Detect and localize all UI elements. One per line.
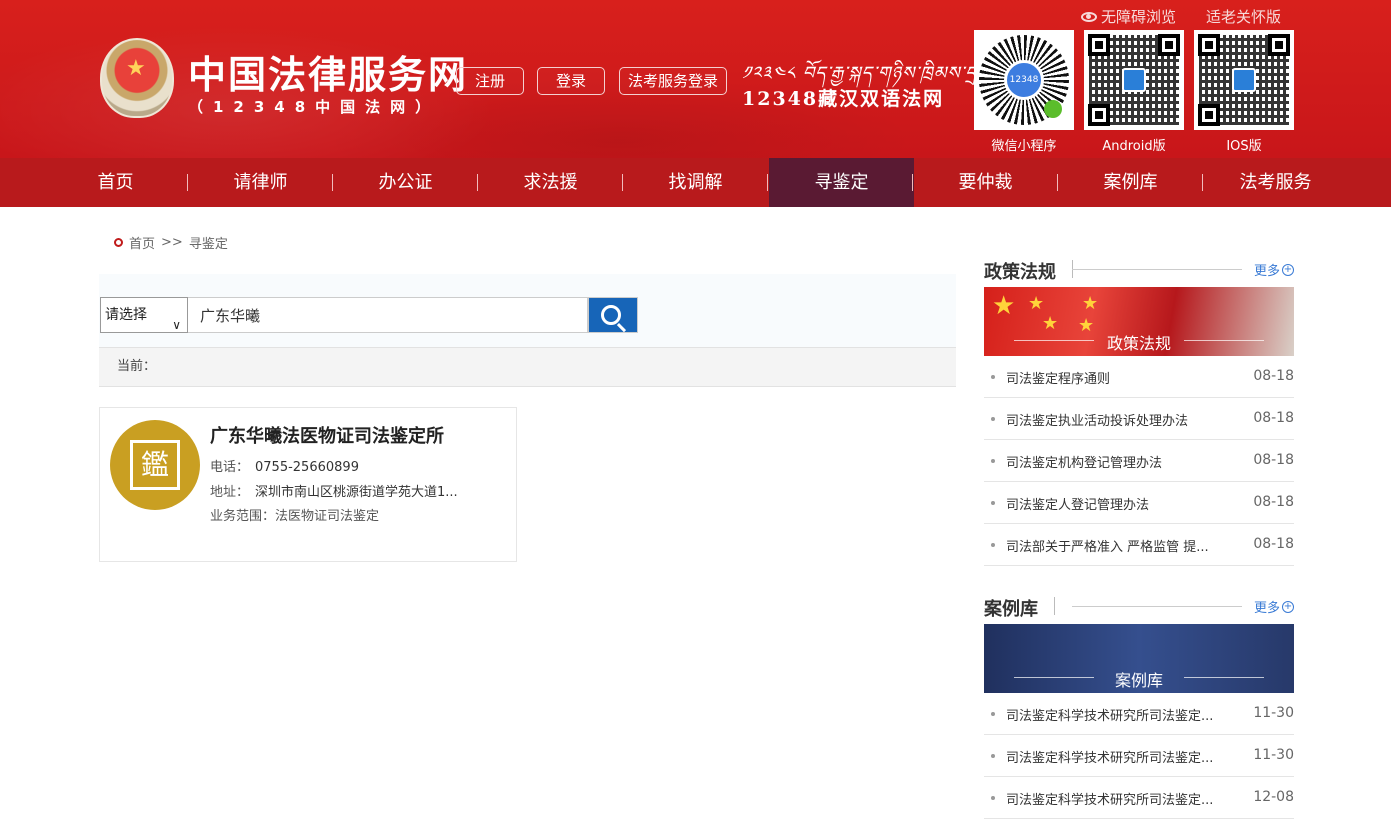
- nav-appraisal[interactable]: 寻鉴定: [769, 158, 914, 207]
- wechat-icon: [1044, 100, 1062, 118]
- breadcrumb-home[interactable]: 首页: [129, 233, 155, 252]
- address-label: 地址：: [210, 485, 250, 500]
- top-links: 无障碍浏览 适老关怀版: [1080, 6, 1281, 27]
- star-icon: ★: [992, 291, 1016, 321]
- org-name[interactable]: 广东华曦法医物证司法鉴定所: [210, 422, 444, 448]
- current-filter-bar: 当前：: [99, 347, 956, 387]
- site-subtitle: （12348中国法网）: [188, 98, 441, 116]
- policy-more-link[interactable]: 更多 +: [1254, 260, 1294, 279]
- org-phone: 电话： 0755-25660899: [210, 456, 359, 475]
- register-button[interactable]: 注册: [456, 67, 524, 95]
- case-list-item[interactable]: 司法鉴定科学技术研究所司法鉴定... 12-08: [984, 777, 1294, 819]
- location-dot-icon: [114, 238, 123, 247]
- search-icon: [601, 305, 621, 325]
- list-item-title: 司法鉴定科学技术研究所司法鉴定...: [1006, 793, 1214, 808]
- star-icon: ★: [1082, 293, 1099, 314]
- policy-list-item[interactable]: 司法部关于严格准入 严格监管 提... 08-18: [984, 524, 1294, 566]
- nav-cases[interactable]: 案例库: [1058, 158, 1203, 207]
- eye-icon: [1080, 11, 1097, 22]
- policy-list-item[interactable]: 司法鉴定执业活动投诉处理办法 08-18: [984, 398, 1294, 440]
- nav-exam-service[interactable]: 法考服务: [1203, 158, 1348, 207]
- phone-value: 0755-25660899: [255, 460, 359, 475]
- category-select[interactable]: 请选择 ∨: [100, 297, 188, 333]
- exam-login-button[interactable]: 法考服务登录: [619, 67, 727, 95]
- policy-list-item[interactable]: 司法鉴定机构登记管理办法 08-18: [984, 440, 1294, 482]
- list-item-title: 司法部关于严格准入 严格监管 提...: [1006, 540, 1209, 555]
- elderly-mode-link[interactable]: 适老关怀版: [1206, 6, 1281, 27]
- nav-arbitration[interactable]: 要仲裁: [913, 158, 1058, 207]
- ios-app-qr: [1194, 30, 1294, 130]
- phone-label: 电话：: [210, 460, 250, 475]
- nav-home[interactable]: 首页: [43, 158, 188, 207]
- nav-notary[interactable]: 办公证: [333, 158, 478, 207]
- breadcrumb: 首页 >> 寻鉴定: [114, 233, 228, 252]
- star-icon: ★: [1028, 293, 1045, 314]
- court-emblem-icon: [100, 38, 174, 118]
- cases-section-header: 案例库 更多 +: [984, 595, 1294, 625]
- more-label: 更多: [1253, 264, 1280, 279]
- result-card[interactable]: 鑑 广东华曦法医物证司法鉴定所 电话： 0755-25660899 地址： 深圳市南…: [99, 407, 517, 562]
- qr-label-wechat: 微信小程序: [991, 139, 1057, 154]
- appraisal-seal-icon: 鑑: [130, 440, 180, 490]
- list-item-date: 11-30: [1253, 747, 1294, 763]
- chevron-down-icon: ∨: [172, 318, 181, 332]
- policy-section-header: 政策法规 更多 +: [984, 258, 1294, 288]
- policy-banner[interactable]: ★ ★ ★ ★ ★ 政策法规: [984, 287, 1294, 356]
- policy-banner-label: 政策法规: [984, 330, 1294, 354]
- search-input[interactable]: [188, 297, 588, 333]
- list-item-title: 司法鉴定人登记管理办法: [1006, 498, 1150, 513]
- case-list-item[interactable]: 司法鉴定科学技术研究所司法鉴定... 11-30: [984, 735, 1294, 777]
- android-app-qr: [1084, 30, 1184, 130]
- org-scope: 业务范围：法医物证司法鉴定: [210, 509, 380, 524]
- case-list-item[interactable]: 司法鉴定科学技术研究所司法鉴定... 11-30: [984, 693, 1294, 735]
- main-nav: 首页 请律师 办公证 求法援 找调解 寻鉴定 要仲裁 案例库 法考服务: [0, 158, 1391, 207]
- breadcrumb-current: 寻鉴定: [188, 237, 228, 252]
- cases-banner-label: 案例库: [984, 667, 1294, 691]
- accessibility-label: 无障碍浏览: [1100, 8, 1176, 26]
- list-item-date: 12-08: [1253, 789, 1294, 805]
- policy-list-item[interactable]: 司法鉴定人登记管理办法 08-18: [984, 482, 1294, 524]
- qr-label-ios: IOS版: [1226, 139, 1262, 154]
- bilingual-site-link[interactable]: 12348藏汉双语法网: [742, 84, 944, 111]
- plus-circle-icon: +: [1282, 600, 1294, 613]
- site-header: 无障碍浏览 适老关怀版 中国法律服务网 （12348中国法网） 注册 登录 法考…: [0, 0, 1391, 158]
- org-address: 地址： 深圳市南山区桃源街道学苑大道1...: [210, 481, 458, 500]
- nav-lawyer[interactable]: 请律师: [188, 158, 333, 207]
- wx-center-badge: 12348: [1004, 60, 1044, 100]
- cases-more-link[interactable]: 更多 +: [1254, 597, 1294, 616]
- cases-section-title: 案例库: [984, 599, 1038, 620]
- list-item-title: 司法鉴定科学技术研究所司法鉴定...: [1006, 709, 1214, 724]
- search-button[interactable]: [588, 297, 638, 333]
- address-value: 深圳市南山区桃源街道学苑大道1...: [255, 485, 458, 500]
- current-label: 当前：: [117, 359, 157, 374]
- plus-circle-icon: +: [1282, 263, 1294, 276]
- cases-banner[interactable]: 案例库: [984, 624, 1294, 693]
- app-logo-icon: [1232, 68, 1256, 92]
- nav-legal-aid[interactable]: 求法援: [478, 158, 623, 207]
- list-item-date: 08-18: [1253, 494, 1294, 510]
- list-item-title: 司法鉴定机构登记管理办法: [1006, 456, 1163, 471]
- org-logo: 鑑: [110, 420, 200, 510]
- list-item-date: 08-18: [1253, 536, 1294, 552]
- list-item-title: 司法鉴定程序通则: [1006, 372, 1111, 387]
- nav-mediation[interactable]: 找调解: [623, 158, 768, 207]
- list-item-date: 08-18: [1253, 452, 1294, 468]
- login-button[interactable]: 登录: [537, 67, 605, 95]
- app-logo-icon: [1122, 68, 1146, 92]
- qr-label-android: Android版: [1102, 139, 1166, 154]
- policy-list-item[interactable]: 司法鉴定程序通则 08-18: [984, 356, 1294, 398]
- category-select-value: 请选择: [105, 307, 147, 323]
- list-item-title: 司法鉴定科学技术研究所司法鉴定...: [1006, 751, 1214, 766]
- policy-section-title: 政策法规: [984, 262, 1056, 283]
- accessibility-link[interactable]: 无障碍浏览: [1080, 6, 1176, 27]
- list-item-date: 08-18: [1253, 410, 1294, 426]
- breadcrumb-separator: >>: [161, 235, 183, 250]
- more-label: 更多: [1253, 601, 1280, 616]
- list-item-title: 司法鉴定执业活动投诉处理办法: [1006, 414, 1189, 429]
- list-item-date: 11-30: [1253, 705, 1294, 721]
- site-title[interactable]: 中国法律服务网: [188, 44, 468, 99]
- list-item-date: 08-18: [1253, 368, 1294, 384]
- wechat-miniprogram-qr: 12348: [974, 30, 1074, 130]
